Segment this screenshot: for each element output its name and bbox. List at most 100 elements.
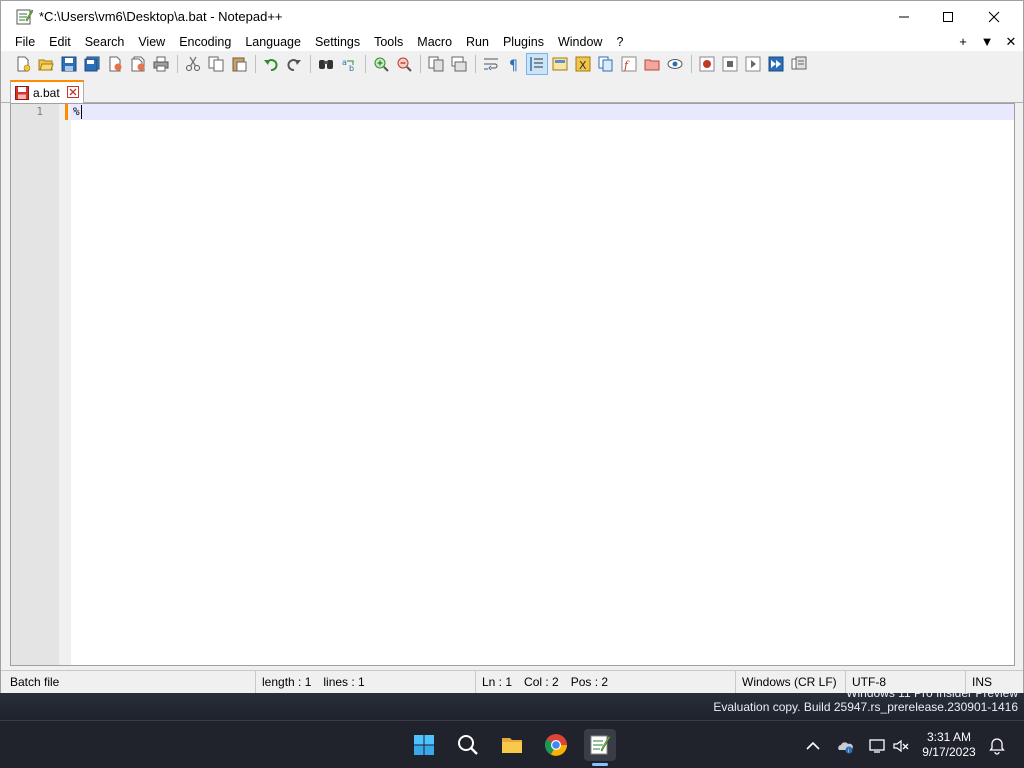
menu-view[interactable]: View [131, 35, 172, 49]
stop-macro-button[interactable] [719, 53, 741, 75]
maximize-button[interactable] [925, 1, 971, 32]
stop-icon [722, 56, 738, 72]
start-button[interactable] [408, 729, 440, 761]
menu-encoding[interactable]: Encoding [172, 35, 238, 49]
watermark-line-2: Evaluation copy. Build 25947.rs_prerelea… [713, 700, 1018, 714]
document-map-button[interactable]: X [572, 53, 594, 75]
menu-file[interactable]: File [1, 35, 42, 49]
search-icon [458, 735, 478, 755]
cut-button[interactable] [182, 53, 204, 75]
maximize-icon [943, 11, 953, 22]
sync-vertical-button[interactable] [425, 53, 447, 75]
new-tab-plus-button[interactable]: + [951, 34, 975, 49]
document-list-button[interactable] [595, 53, 617, 75]
tab-list-dropdown-button[interactable]: ▼ [975, 34, 999, 49]
copy-icon [208, 56, 224, 72]
show-hidden-icons-button[interactable] [802, 735, 824, 757]
lines-text: lines : 1 [323, 675, 365, 689]
new-file-button[interactable] [12, 53, 34, 75]
onedrive-tray-button[interactable]: i [834, 735, 856, 757]
sync-horizontal-button[interactable] [448, 53, 470, 75]
svg-text:¶: ¶ [509, 58, 518, 72]
folder-workspace-icon [644, 59, 660, 71]
notification-button[interactable] [986, 735, 1008, 757]
folder-as-workspace-button[interactable] [641, 53, 663, 75]
tab-label: a.bat [33, 85, 60, 100]
code-line[interactable]: % [73, 105, 80, 118]
menu-plugins[interactable]: Plugins [496, 35, 551, 49]
volume-muted-icon [893, 739, 909, 753]
menu-search[interactable]: Search [78, 35, 132, 49]
save-all-button[interactable] [81, 53, 103, 75]
close-file-button[interactable] [104, 53, 126, 75]
menu-language[interactable]: Language [238, 35, 308, 49]
file-explorer-icon [502, 738, 522, 753]
editor-area[interactable]: 1 % [10, 103, 1015, 666]
clock-date: 9/17/2023 [922, 745, 976, 759]
chevron-up-icon [806, 741, 820, 750]
close-all-button[interactable] [127, 53, 149, 75]
word-wrap-button[interactable] [480, 53, 502, 75]
file-explorer-button[interactable] [496, 729, 528, 761]
function-list-button[interactable]: f [618, 53, 640, 75]
start-icon [414, 735, 434, 755]
paste-button[interactable] [228, 53, 250, 75]
menu-window[interactable]: Window [551, 35, 609, 49]
status-eol[interactable]: Windows (CR LF) [735, 671, 845, 693]
file-type-text: Batch file [10, 675, 60, 689]
unsaved-file-icon [15, 85, 29, 100]
open-file-button[interactable] [35, 53, 57, 75]
pos-text: Pos : 2 [570, 675, 609, 689]
network-icon [869, 739, 885, 753]
fold-margin[interactable] [59, 104, 71, 665]
menu-help[interactable]: ? [609, 35, 630, 49]
tab-a-bat[interactable]: a.bat [10, 80, 84, 103]
status-encoding[interactable]: UTF-8 [845, 671, 965, 693]
notepadpp-taskbar-button[interactable] [584, 729, 616, 761]
tab-close-icon[interactable] [67, 86, 79, 98]
toolbar-separator [420, 55, 421, 73]
eol-text: Windows (CR LF) [742, 675, 837, 689]
minimize-button[interactable] [881, 1, 927, 32]
record-macro-button[interactable] [696, 53, 718, 75]
find-button[interactable] [315, 53, 337, 75]
user-defined-language-button[interactable] [549, 53, 571, 75]
volume-tray-button[interactable] [890, 735, 912, 757]
search-button[interactable] [452, 729, 484, 761]
close-file-icon [109, 56, 122, 72]
save-macro-button[interactable] [788, 53, 810, 75]
network-tray-button[interactable] [866, 735, 888, 757]
redo-button[interactable] [283, 53, 305, 75]
print-button[interactable] [150, 53, 172, 75]
menu-tools[interactable]: Tools [367, 35, 410, 49]
chrome-button[interactable] [540, 729, 572, 761]
clock[interactable]: 3:31 AM 9/17/2023 [914, 730, 984, 760]
menu-macro[interactable]: Macro [410, 35, 459, 49]
zoom-out-button[interactable] [393, 53, 415, 75]
close-all-icon [131, 56, 145, 72]
length-text: length : 1 [262, 675, 312, 689]
status-insert-mode[interactable]: INS [965, 671, 1023, 693]
indent-guide-button[interactable] [526, 53, 548, 75]
show-all-chars-button[interactable]: ¶ [503, 53, 525, 75]
indent-guide-icon [530, 57, 543, 71]
status-file-type: Batch file [1, 671, 255, 693]
play-macro-button[interactable] [742, 53, 764, 75]
open-folder-icon [38, 59, 54, 71]
run-macro-multiple-button[interactable] [765, 53, 787, 75]
close-button[interactable] [971, 1, 1017, 32]
zoom-in-button[interactable] [370, 53, 392, 75]
text-caret [81, 105, 82, 119]
undo-button[interactable] [260, 53, 282, 75]
replace-button[interactable]: ab [338, 53, 360, 75]
save-button[interactable] [58, 53, 80, 75]
menu-settings[interactable]: Settings [308, 35, 367, 49]
copy-button[interactable] [205, 53, 227, 75]
encoding-text: UTF-8 [852, 675, 886, 689]
monitoring-button[interactable] [664, 53, 686, 75]
menu-edit[interactable]: Edit [42, 35, 78, 49]
menu-run[interactable]: Run [459, 35, 496, 49]
col-text: Col : 2 [524, 675, 559, 689]
close-document-button[interactable]: ✕ [999, 34, 1023, 50]
title-bar[interactable]: *C:\Users\vm6\Desktop\a.bat - Notepad++ [1, 1, 1023, 32]
